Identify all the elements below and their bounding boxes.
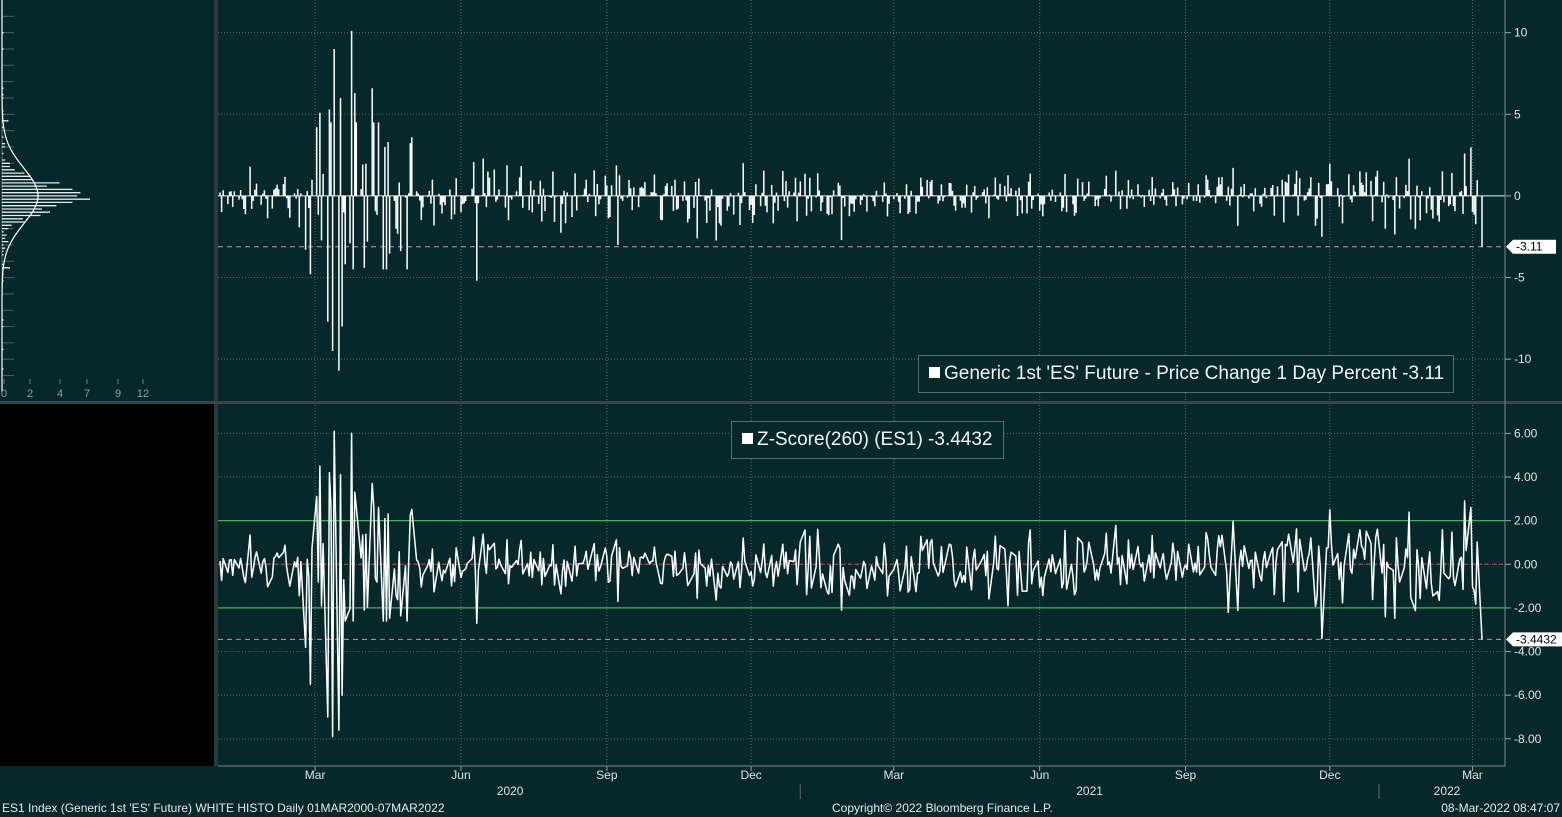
top-y-tick-label: 5 xyxy=(1514,107,1521,121)
bloomberg-chart-window: 0 2 4 7 9 12 Mar Jun Sep Dec Mar Jun Sep Dec Mar 2020 2… xyxy=(0,0,1562,817)
hist-x-tick-label: 0 xyxy=(1,388,7,400)
x-month-label: Sep xyxy=(596,768,618,782)
x-month-label: Jun xyxy=(451,768,470,782)
legend-swatch-icon xyxy=(742,433,753,444)
x-month-label: Dec xyxy=(1319,768,1340,782)
hist-x-tick-label: 4 xyxy=(57,388,63,400)
x-month-label: Sep xyxy=(1175,768,1197,782)
hist-x-tick-label: 9 xyxy=(115,388,121,400)
x-year-label: 2021 xyxy=(1076,784,1103,798)
horizontal-splitter[interactable] xyxy=(0,401,1562,404)
vertical-splitter[interactable] xyxy=(214,0,218,766)
left-panel-empty xyxy=(0,404,214,766)
top-y-tick-label: 0 xyxy=(1514,189,1521,203)
bottom-y-tick-label: -6.00 xyxy=(1514,688,1542,702)
x-month-label: Mar xyxy=(305,768,326,782)
hist-x-tick-label: 2 xyxy=(27,388,33,400)
bottom-y-tick-label: -8.00 xyxy=(1514,732,1542,746)
hist-x-tick-label: 12 xyxy=(137,388,149,400)
footer-security-info: ES1 Index (Generic 1st 'ES' Future) WHIT… xyxy=(2,801,445,815)
x-year-label: 2022 xyxy=(1434,784,1461,798)
bottom-y-tick-label: -4.00 xyxy=(1514,645,1542,659)
bottom-legend[interactable]: Z-Score(260) (ES1) -3.4432 xyxy=(731,421,1004,459)
legend-swatch-icon xyxy=(929,367,940,378)
x-year-label: 2020 xyxy=(497,784,524,798)
footer-bar: ES1 Index (Generic 1st 'ES' Future) WHIT… xyxy=(0,800,1562,817)
x-month-label: Jun xyxy=(1030,768,1049,782)
top-legend[interactable]: Generic 1st 'ES' Future - Price Change 1… xyxy=(918,355,1455,393)
x-month-label: Mar xyxy=(1462,768,1483,782)
chart-background xyxy=(0,0,1562,800)
top-y-tick-label: -5 xyxy=(1514,271,1525,285)
bottom-legend-text: Z-Score(260) (ES1) -3.4432 xyxy=(757,429,993,450)
top-last-value-label: -3.11 xyxy=(1516,240,1543,254)
footer-timestamp: 08-Mar-2022 08:47:07 xyxy=(1441,801,1560,815)
footer-copyright: Copyright© 2022 Bloomberg Finance L.P. xyxy=(832,801,1053,815)
bottom-y-tick-label: 0.00 xyxy=(1514,557,1538,571)
bottom-y-tick-label: 2.00 xyxy=(1514,514,1538,528)
bottom-y-tick-label: -2.00 xyxy=(1514,601,1542,615)
bottom-y-tick-label: 6.00 xyxy=(1514,426,1538,440)
x-month-label: Mar xyxy=(883,768,904,782)
bottom-y-tick-label: 4.00 xyxy=(1514,470,1538,484)
chart-canvas: 0 2 4 7 9 12 Mar Jun Sep Dec Mar Jun Sep Dec Mar 2020 2… xyxy=(0,0,1562,800)
top-y-tick-label: 10 xyxy=(1514,26,1528,40)
x-month-label: Dec xyxy=(740,768,761,782)
hist-x-tick-label: 7 xyxy=(84,388,90,400)
top-y-tick-label: -10 xyxy=(1514,352,1532,366)
top-legend-text: Generic 1st 'ES' Future - Price Change 1… xyxy=(944,363,1445,384)
bottom-last-value-label: -3.4432 xyxy=(1516,632,1557,646)
